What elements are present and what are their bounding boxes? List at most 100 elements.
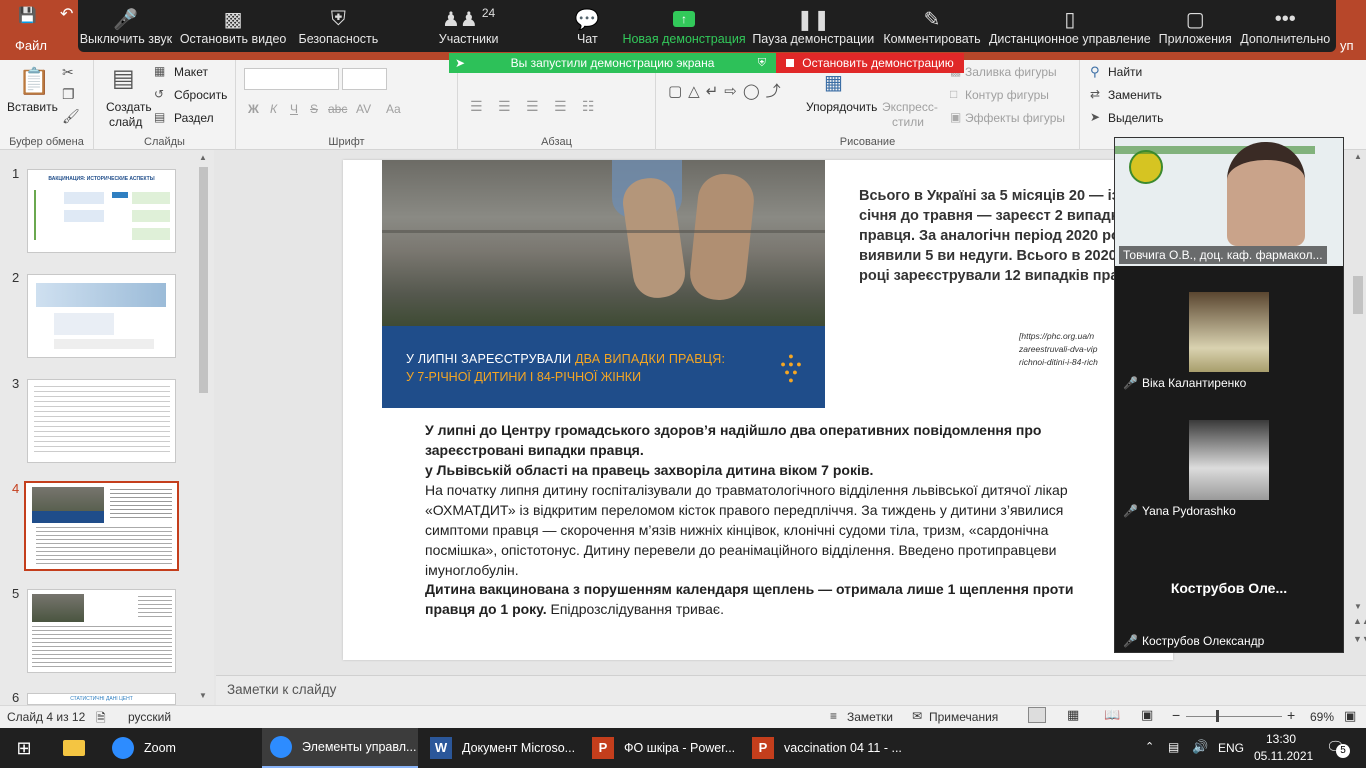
prev-slide-icon[interactable]: ▲▲ xyxy=(1353,616,1366,626)
italic-button[interactable]: К xyxy=(270,102,277,116)
spellcheck-icon[interactable]: 🗎 xyxy=(96,709,106,730)
start-button[interactable]: ⊞ xyxy=(0,728,48,768)
reading-view-icon[interactable]: 📖 xyxy=(1104,707,1120,723)
section-button[interactable]: Раздел xyxy=(174,111,214,125)
layout-button[interactable]: Макет xyxy=(174,65,208,79)
copy-icon[interactable]: ❐ xyxy=(62,86,75,103)
file-explorer-button[interactable] xyxy=(50,728,98,768)
slide-thumbnail-3[interactable] xyxy=(27,379,176,463)
participant-tile-3[interactable]: 🎤 Yana Pydorashko xyxy=(1115,394,1343,522)
new-slide-icon[interactable]: ▤ xyxy=(112,64,135,93)
stop-share-button[interactable]: Остановить демонстрацию xyxy=(776,53,964,73)
fit-slide-icon[interactable]: ▣ xyxy=(1344,708,1356,724)
align-right-icon[interactable]: ☰ xyxy=(526,98,539,115)
quick-styles-button-2[interactable]: стили xyxy=(892,115,924,129)
notes-pane[interactable]: Заметки к слайду xyxy=(216,675,1366,705)
keyboard-language[interactable]: ENG xyxy=(1218,741,1244,755)
spacing-button[interactable]: AV xyxy=(356,102,371,116)
current-slide[interactable]: У ЛИПНІ ЗАРЕЄСТРУВАЛИ ДВА ВИПАДКИ ПРАВЦЯ… xyxy=(343,160,1173,660)
shape-fill-button[interactable]: Заливка фигуры xyxy=(965,65,1057,79)
align-center-icon[interactable]: ☰ xyxy=(498,98,511,115)
slide-thumbnail-5[interactable] xyxy=(27,589,176,673)
scroll-up-icon[interactable]: ▲ xyxy=(1354,152,1362,161)
font-name-input[interactable] xyxy=(244,68,339,90)
zoom-in-icon[interactable]: + xyxy=(1287,707,1295,723)
select-button[interactable]: Выделить xyxy=(1108,111,1163,125)
participant-tile-1[interactable]: Товчига О.В., доц. каф. фармакол... xyxy=(1115,138,1343,266)
comments-toggle[interactable]: Примечания xyxy=(929,710,998,724)
volume-icon[interactable]: 🔊 xyxy=(1192,739,1208,755)
editor-scroll-thumb[interactable] xyxy=(1353,276,1363,314)
pause-share-button[interactable]: ❚❚ Пауза демонстрации xyxy=(746,0,880,52)
paste-icon[interactable]: 📋 xyxy=(18,66,50,97)
reset-button[interactable]: Сбросить xyxy=(174,88,227,102)
menu-file[interactable]: Файл xyxy=(15,38,47,53)
notes-toggle[interactable]: Заметки xyxy=(847,710,893,724)
columns-icon[interactable]: ☷ xyxy=(582,98,595,115)
undo-icon[interactable]: ↶ xyxy=(60,4,73,24)
format-painter-icon[interactable]: 🖌 xyxy=(62,108,80,125)
taskbar-zoom[interactable]: Zoom xyxy=(104,728,254,768)
save-icon[interactable]: 💾 xyxy=(18,6,37,24)
quick-styles-button[interactable]: Экспресс- xyxy=(882,100,938,114)
underline-button[interactable]: Ч xyxy=(290,102,298,116)
taskbar-ppt-2[interactable]: P vaccination 04 11 - ... xyxy=(744,728,902,768)
clock-time[interactable]: 13:30 xyxy=(1266,732,1296,746)
remote-control-button[interactable]: ▯ Дистанционное управление xyxy=(984,0,1156,52)
case-button[interactable]: Aa xyxy=(386,102,401,116)
scroll-thumb[interactable] xyxy=(199,167,208,393)
shape-outline-button[interactable]: Контур фигуры xyxy=(965,88,1049,102)
zoom-slider[interactable] xyxy=(1186,716,1282,717)
slides-scrollbar[interactable]: ▲ ▼ xyxy=(197,153,210,703)
bold-button[interactable]: Ж xyxy=(248,102,259,116)
annotate-button[interactable]: ✎ Комментировать xyxy=(880,0,983,52)
zoom-out-icon[interactable]: − xyxy=(1172,707,1180,723)
shapes-gallery-icon[interactable]: ▢△↵⇨◯⤴ xyxy=(668,80,787,101)
zoom-level[interactable]: 69% xyxy=(1310,710,1334,724)
paste-button[interactable]: Вставить xyxy=(7,100,58,114)
arrange-icon[interactable]: ▦ xyxy=(824,70,843,95)
participant-tile-2[interactable]: 🎤 Віка Калантиренко xyxy=(1115,266,1343,394)
participants-button[interactable]: ♟♟ 24 Участники xyxy=(384,0,553,52)
taskbar-ppt-1[interactable]: P ФО шкіра - Power... xyxy=(584,728,740,768)
shape-effects-button[interactable]: Эффекты фигуры xyxy=(965,111,1065,125)
slideshow-icon[interactable]: ▣ xyxy=(1141,707,1153,723)
security-button[interactable]: ⛨ Безопасность xyxy=(292,0,384,52)
strike-button[interactable]: S xyxy=(310,102,318,116)
tray-chevron-icon[interactable]: ⌃ xyxy=(1145,740,1154,753)
cut-icon[interactable]: ✂ xyxy=(62,64,74,81)
taskbar-zoom-controls[interactable]: Элементы управл... xyxy=(262,728,418,768)
mute-button[interactable]: 🎤 Выключить звук xyxy=(78,0,174,52)
slide-thumbnail-6[interactable]: СТАТИСТИЧНІ ДАНІ ЦЕНТ xyxy=(27,693,176,705)
font-size-input[interactable] xyxy=(342,68,387,90)
language-indicator[interactable]: русский xyxy=(128,710,171,724)
slide-thumbnail-2[interactable] xyxy=(27,274,176,358)
shadow-button[interactable]: abc xyxy=(328,102,347,116)
new-slide-button[interactable]: Создать xyxy=(106,100,152,114)
editor-scrollbar[interactable]: ▲ ▼ ▲▲ ▼▼ xyxy=(1350,150,1366,675)
new-slide-button-2[interactable]: слайд xyxy=(109,115,142,129)
sorter-view-icon[interactable]: ▦ xyxy=(1067,707,1079,723)
arrange-button[interactable]: Упорядочить xyxy=(806,100,877,114)
more-button[interactable]: ••• Дополнительно xyxy=(1235,0,1336,52)
taskbar-word[interactable]: W Документ Microso... xyxy=(422,728,580,768)
slide-thumbnail-4[interactable] xyxy=(24,481,179,571)
scroll-down-icon[interactable]: ▼ xyxy=(1354,602,1362,611)
zoom-slider-thumb[interactable] xyxy=(1216,710,1219,722)
network-icon[interactable]: ▤ xyxy=(1168,740,1179,754)
find-button[interactable]: Найти xyxy=(1108,65,1142,79)
stop-video-button[interactable]: ▩ Остановить видео xyxy=(174,0,293,52)
participant-tile-4[interactable]: Коструб​ов Оле... 🎤 Кострубов Олександр xyxy=(1115,522,1343,652)
chat-button[interactable]: 💬 Чат xyxy=(553,0,622,52)
new-share-button[interactable]: ↑ Новая демонстрация xyxy=(622,0,746,52)
scroll-down-icon[interactable]: ▼ xyxy=(199,691,207,700)
replace-button[interactable]: Заменить xyxy=(1108,88,1162,102)
apps-button[interactable]: ▢ Приложения xyxy=(1156,0,1235,52)
next-slide-icon[interactable]: ▼▼ xyxy=(1353,634,1366,644)
clock-date[interactable]: 05.11.2021 xyxy=(1254,749,1313,763)
justify-icon[interactable]: ☰ xyxy=(554,98,567,115)
scroll-up-icon[interactable]: ▲ xyxy=(199,153,207,162)
normal-view-icon[interactable] xyxy=(1028,707,1046,723)
align-left-icon[interactable]: ☰ xyxy=(470,98,483,115)
slide-thumbnail-1[interactable]: ВАКЦИНАЦИЯ: ИСТОРИЧЕСКИЕ АСПЕКТЫ xyxy=(27,169,176,253)
